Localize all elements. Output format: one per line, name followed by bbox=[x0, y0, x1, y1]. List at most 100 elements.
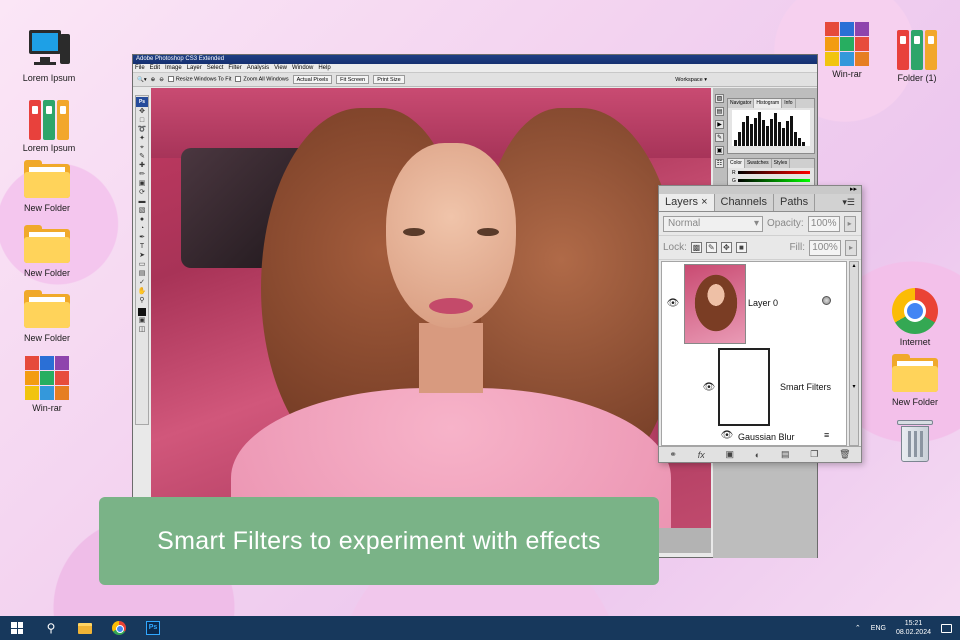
desktop-icon-folder-2[interactable]: New Folder bbox=[12, 225, 82, 278]
taskbar-chrome[interactable] bbox=[102, 616, 136, 640]
layers-scrollbar[interactable]: ▴ ▾ bbox=[849, 261, 859, 446]
zoom-out-icon[interactable]: ⊖ bbox=[159, 77, 164, 83]
desktop-icon-binders[interactable]: Lorem Ipsum bbox=[14, 96, 84, 153]
desktop-icon-winrar-left[interactable]: Win-rar bbox=[12, 356, 82, 413]
document-canvas[interactable] bbox=[151, 88, 711, 553]
layers-panel[interactable]: ▸▸ Layers × Channels Paths ▾☰ Normal Opa… bbox=[658, 185, 862, 463]
dock-actions-icon[interactable]: ▶ bbox=[715, 120, 724, 129]
eyedropper-tool-icon[interactable]: ✓ bbox=[136, 279, 148, 287]
tab-paths[interactable]: Paths bbox=[774, 194, 816, 211]
opacity-arrow-icon[interactable]: ▸ bbox=[843, 215, 856, 232]
blur-tool-icon[interactable]: ● bbox=[136, 216, 148, 224]
start-button[interactable] bbox=[0, 616, 34, 640]
tab-histogram[interactable]: Histogram bbox=[754, 99, 783, 108]
menu-help[interactable]: Help bbox=[318, 64, 330, 72]
blend-mode-select[interactable]: Normal bbox=[663, 215, 763, 232]
menu-select[interactable]: Select bbox=[207, 64, 224, 72]
menu-layer[interactable]: Layer bbox=[187, 64, 202, 72]
marquee-tool-icon[interactable]: □ bbox=[136, 117, 148, 125]
adjustment-layer-icon[interactable]: ◐ bbox=[755, 450, 760, 460]
gaussian-blur-eye-icon[interactable]: 👁 bbox=[718, 428, 736, 444]
menu-edit[interactable]: Edit bbox=[150, 64, 160, 72]
desktop-icon-folder-3[interactable]: New Folder bbox=[12, 290, 82, 343]
menu-file[interactable]: File bbox=[135, 64, 145, 72]
new-layer-icon[interactable]: ❐ bbox=[810, 449, 818, 460]
menu-view[interactable]: View bbox=[274, 64, 287, 72]
delete-layer-icon[interactable]: 🗑 bbox=[839, 449, 850, 460]
desktop-icon-new-folder-right[interactable]: New Folder bbox=[880, 354, 950, 407]
lock-transparent-icon[interactable]: ▩ bbox=[690, 242, 702, 253]
tab-swatches[interactable]: Swatches bbox=[745, 159, 772, 168]
healing-tool-icon[interactable]: ✚ bbox=[136, 162, 148, 170]
color-row-green[interactable]: G bbox=[732, 177, 810, 184]
slice-tool-icon[interactable]: ✎ bbox=[136, 153, 148, 161]
taskbar-photoshop[interactable]: Ps bbox=[136, 616, 170, 640]
smart-filters-label[interactable]: Smart Filters bbox=[780, 382, 831, 392]
resize-windows-checkbox[interactable]: Resize Windows To Fit bbox=[167, 76, 231, 83]
workspace-menu[interactable]: Workspace ▾ bbox=[675, 77, 707, 83]
move-tool-icon[interactable]: ✥ bbox=[136, 108, 148, 116]
dock-brushes-icon[interactable]: ✎ bbox=[715, 133, 724, 142]
fill-arrow-icon[interactable]: ▸ bbox=[845, 239, 857, 256]
crop-tool-icon[interactable]: ⌖ bbox=[136, 144, 148, 152]
link-layers-icon[interactable]: ⚭ bbox=[669, 449, 677, 460]
tab-color[interactable]: Color bbox=[728, 159, 745, 168]
taskbar-explorer[interactable] bbox=[68, 616, 102, 640]
filter-options-icon[interactable]: ≡ bbox=[824, 430, 829, 440]
path-select-tool-icon[interactable]: ➤ bbox=[136, 252, 148, 260]
fit-screen-button[interactable]: Fit Screen bbox=[336, 75, 370, 84]
actual-pixels-button[interactable]: Actual Pixels bbox=[292, 75, 333, 84]
desktop-icon-recycle-bin[interactable] bbox=[880, 418, 950, 464]
filter-gaussian-blur[interactable]: Gaussian Blur bbox=[738, 432, 795, 442]
notes-tool-icon[interactable]: ▤ bbox=[136, 270, 148, 278]
search-button[interactable]: ⚲ bbox=[34, 616, 68, 640]
layer-thumbnail[interactable] bbox=[684, 264, 746, 344]
zoom-all-checkbox[interactable]: Zoom All Windows bbox=[235, 76, 289, 83]
add-mask-icon[interactable]: ▣ bbox=[725, 449, 734, 460]
stamp-tool-icon[interactable]: ▣ bbox=[136, 180, 148, 188]
print-size-button[interactable]: Print Size bbox=[373, 75, 405, 84]
fx-icon[interactable]: fx bbox=[698, 450, 705, 460]
zoom-tool-small-icon[interactable]: ⚲ bbox=[136, 297, 148, 305]
lock-position-icon[interactable]: ✥ bbox=[720, 242, 732, 253]
color-row-red[interactable]: R bbox=[732, 169, 810, 176]
shape-tool-icon[interactable]: ▭ bbox=[136, 261, 148, 269]
menu-filter[interactable]: Filter bbox=[228, 64, 241, 72]
lock-image-icon[interactable]: ✎ bbox=[705, 242, 717, 253]
menu-window[interactable]: Window bbox=[292, 64, 313, 72]
menu-analysis[interactable]: Analysis bbox=[247, 64, 269, 72]
desktop-icon-folder-1-right[interactable]: Folder (1) bbox=[882, 26, 952, 83]
zoom-tool-icon[interactable]: 🔍▾ bbox=[137, 77, 147, 83]
brush-tool-icon[interactable]: ✏ bbox=[136, 171, 148, 179]
magic-wand-tool-icon[interactable]: ✦ bbox=[136, 135, 148, 143]
smart-filter-mask-thumbnail[interactable] bbox=[718, 348, 770, 426]
tab-info[interactable]: Info bbox=[782, 99, 796, 108]
screen-mode-icon[interactable]: ◫ bbox=[136, 326, 148, 334]
type-tool-icon[interactable]: T bbox=[136, 243, 148, 251]
tray-chevron-up-icon[interactable]: ⌃ bbox=[855, 624, 861, 632]
clock[interactable]: 15:21 08.02.2024 bbox=[896, 619, 931, 637]
desktop-icon-computer[interactable]: Lorem Ipsum bbox=[14, 26, 84, 83]
tab-layers[interactable]: Layers × bbox=[659, 194, 715, 211]
lasso-tool-icon[interactable]: ➰ bbox=[136, 126, 148, 134]
gradient-tool-icon[interactable]: ▧ bbox=[136, 207, 148, 215]
tab-navigator[interactable]: Navigator bbox=[728, 99, 755, 108]
eraser-tool-icon[interactable]: ▬ bbox=[136, 198, 148, 206]
lock-all-icon[interactable]: ■ bbox=[735, 242, 747, 253]
foreground-color-swatch[interactable] bbox=[138, 308, 146, 316]
history-brush-tool-icon[interactable]: ⟳ bbox=[136, 189, 148, 197]
tab-channels[interactable]: Channels bbox=[715, 194, 774, 211]
panel-menu-icon[interactable]: ▾☰ bbox=[836, 194, 861, 211]
pen-tool-icon[interactable]: ✒ bbox=[136, 234, 148, 242]
desktop-icon-internet[interactable]: Internet bbox=[880, 288, 950, 347]
dock-history-icon[interactable]: ▤ bbox=[715, 107, 724, 116]
menu-image[interactable]: Image bbox=[165, 64, 182, 72]
notification-icon[interactable] bbox=[941, 623, 952, 633]
dodge-tool-icon[interactable]: ◔ bbox=[136, 225, 148, 233]
layer-visibility-eye-icon[interactable]: 👁 bbox=[664, 296, 682, 312]
desktop-icon-folder-1[interactable]: New Folder bbox=[12, 160, 82, 213]
opacity-field[interactable]: 100% bbox=[807, 215, 840, 232]
quick-mask-icon[interactable]: ▣ bbox=[136, 317, 148, 325]
new-group-icon[interactable]: ▤ bbox=[781, 449, 790, 460]
layer-name[interactable]: Layer 0 bbox=[748, 298, 778, 308]
